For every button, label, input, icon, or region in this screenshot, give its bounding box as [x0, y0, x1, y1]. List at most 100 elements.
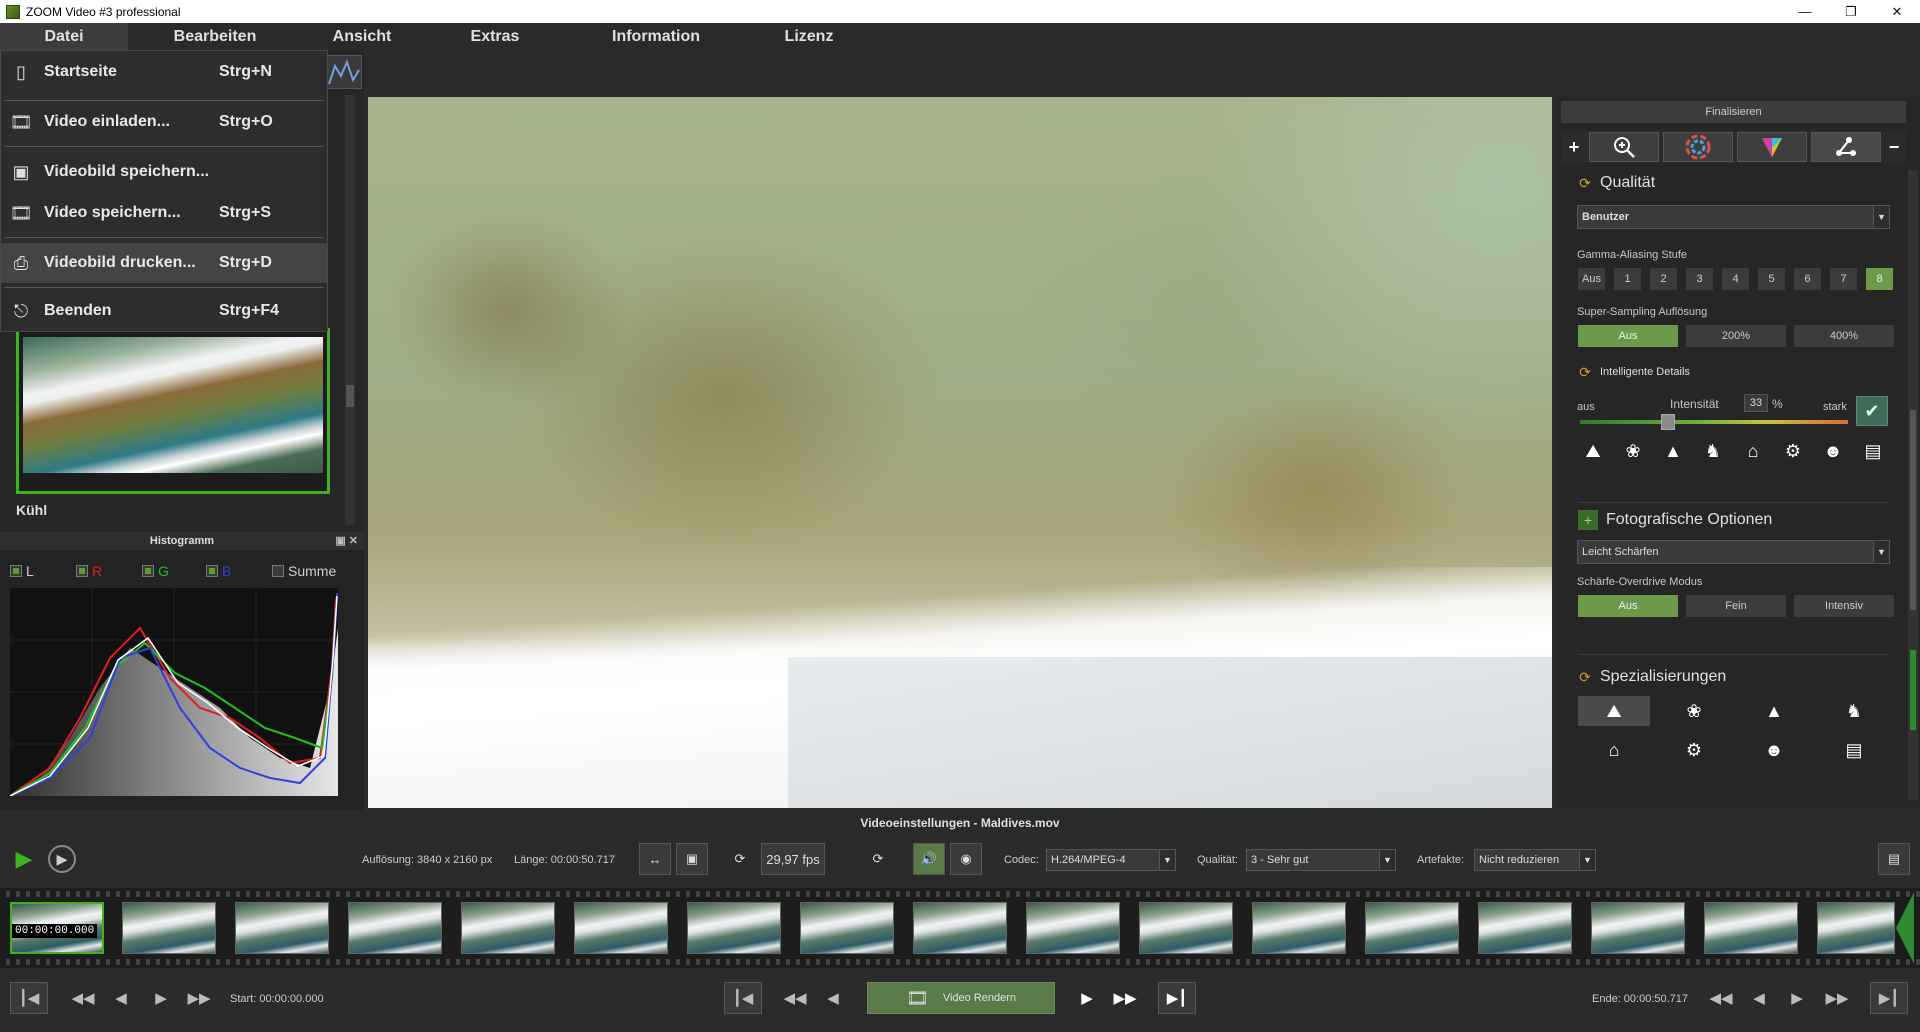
- play-icon[interactable]: ▶: [10, 845, 38, 873]
- menu-item-beenden[interactable]: ⎋ Beenden Strg+F4: [1, 291, 327, 331]
- end-fast-forward-icon[interactable]: ▶▶: [1818, 982, 1856, 1014]
- film-frame[interactable]: [574, 902, 668, 954]
- gamma-level-4[interactable]: 4: [1722, 268, 1749, 290]
- minimize-button[interactable]: —: [1782, 0, 1828, 23]
- marker-fast-back-icon[interactable]: ◀◀: [776, 982, 814, 1014]
- marker-fast-forward-icon[interactable]: ▶▶: [1106, 982, 1144, 1014]
- spec-horse-icon[interactable]: ♞: [1818, 696, 1890, 726]
- menu-lizenz[interactable]: Lizenz: [744, 23, 874, 50]
- color-prism-tab[interactable]: [1737, 132, 1807, 162]
- marker-start-icon[interactable]: ┃◀: [724, 982, 762, 1014]
- film-frame[interactable]: [1026, 902, 1120, 954]
- overdrive-fein[interactable]: Fein: [1686, 595, 1786, 617]
- collapse-all-button[interactable]: −: [1883, 135, 1905, 159]
- marker-end-icon[interactable]: ▶┃: [1158, 982, 1196, 1014]
- intensity-input[interactable]: 33: [1744, 394, 1768, 412]
- histogram-tool-button[interactable]: [326, 55, 362, 89]
- film-frame[interactable]: [122, 902, 216, 954]
- render-video-button[interactable]: 🎞 Video Rendern: [867, 982, 1055, 1014]
- crop-icon[interactable]: ▣: [676, 843, 708, 875]
- intensity-slider[interactable]: [1580, 414, 1848, 430]
- details-header[interactable]: ⟳ Intelligente Details: [1578, 364, 1690, 380]
- artifacts-select[interactable]: Nicht reduzieren ▼: [1474, 849, 1596, 871]
- quality-select[interactable]: 3 - Sehr gut ▼: [1246, 849, 1396, 871]
- film-frame[interactable]: [1591, 902, 1685, 954]
- spec-document-icon[interactable]: ▤: [1818, 735, 1890, 765]
- fit-width-icon[interactable]: ↔: [639, 843, 671, 875]
- play-preview-icon[interactable]: ▸: [48, 845, 76, 873]
- go-end-icon[interactable]: ▶┃: [1870, 982, 1908, 1014]
- film-frame[interactable]: [348, 902, 442, 954]
- menu-item-video-einladen[interactable]: 🎞 Video einladen... Strg+O: [1, 102, 327, 142]
- supersampling-400[interactable]: 400%: [1794, 325, 1894, 347]
- apply-check-button[interactable]: ✔: [1856, 396, 1888, 426]
- end-back-icon[interactable]: ◀: [1740, 982, 1778, 1014]
- gamma-level-3[interactable]: 3: [1686, 268, 1713, 290]
- gamma-level-2[interactable]: 2: [1650, 268, 1677, 290]
- film-frame[interactable]: [1365, 902, 1459, 954]
- spec-section-header[interactable]: ⟳ Spezialisierungen: [1578, 668, 1726, 686]
- finalize-button[interactable]: Finalisieren: [1561, 101, 1906, 123]
- menu-datei[interactable]: Datei: [0, 23, 128, 50]
- film-frame[interactable]: [1139, 902, 1233, 954]
- building-icon[interactable]: ⌂: [1738, 436, 1768, 466]
- gamma-level-1[interactable]: 1: [1614, 268, 1641, 290]
- gamma-level-8[interactable]: 8: [1866, 268, 1893, 290]
- go-start-icon[interactable]: ┃◀: [10, 982, 48, 1014]
- supersampling-aus[interactable]: Aus: [1578, 325, 1678, 347]
- channel-b-checkbox[interactable]: B: [206, 563, 231, 579]
- fast-forward-icon[interactable]: ▶▶: [180, 982, 218, 1014]
- left-scrollbar[interactable]: [345, 95, 355, 525]
- supersampling-200[interactable]: 200%: [1686, 325, 1786, 347]
- photo-section-header[interactable]: + Fotografische Optionen: [1578, 510, 1772, 530]
- person-icon[interactable]: ☻: [1818, 436, 1848, 466]
- audio-icon[interactable]: 🔊: [913, 843, 945, 875]
- document-icon[interactable]: ▤: [1858, 436, 1888, 466]
- film-frame[interactable]: [1704, 902, 1798, 954]
- marker-back-icon[interactable]: ◀: [814, 982, 852, 1014]
- slider-handle[interactable]: [1661, 414, 1675, 430]
- menu-information[interactable]: Information: [568, 23, 744, 50]
- film-frame[interactable]: [800, 902, 894, 954]
- menu-item-videobild-drucken[interactable]: ⎙ Videobild drucken... Strg+D: [1, 243, 327, 283]
- zoom-tab[interactable]: [1589, 132, 1659, 162]
- spec-person-icon[interactable]: ☻: [1738, 735, 1810, 765]
- end-forward-icon[interactable]: ▶: [1778, 982, 1816, 1014]
- film-frame[interactable]: [1478, 902, 1572, 954]
- tech-icon[interactable]: ⚙: [1778, 436, 1808, 466]
- film-frame[interactable]: [461, 902, 555, 954]
- channel-l-checkbox[interactable]: L: [10, 563, 34, 579]
- channel-g-checkbox[interactable]: G: [142, 563, 169, 579]
- spec-mountain-icon[interactable]: ▲: [1738, 696, 1810, 726]
- preset-preview-card[interactable]: [16, 328, 330, 494]
- film-frame[interactable]: [687, 902, 781, 954]
- codec-select[interactable]: H.264/MPEG-4 ▼: [1046, 849, 1176, 871]
- gamma-level-aus[interactable]: Aus: [1578, 268, 1605, 290]
- gamma-level-7[interactable]: 7: [1830, 268, 1857, 290]
- fast-backward-icon[interactable]: ◀◀: [64, 982, 102, 1014]
- close-button[interactable]: ✕: [1874, 0, 1920, 23]
- film-frame[interactable]: [913, 902, 1007, 954]
- right-scrollbar[interactable]: [1908, 170, 1918, 800]
- gamma-level-5[interactable]: 5: [1758, 268, 1785, 290]
- menu-ansicht[interactable]: Ansicht: [302, 23, 422, 50]
- spec-landscape-icon[interactable]: ⛰: [1578, 696, 1650, 726]
- share-tab[interactable]: [1811, 132, 1881, 162]
- gamma-level-6[interactable]: 6: [1794, 268, 1821, 290]
- marker-forward-icon[interactable]: ▶: [1068, 982, 1106, 1014]
- menu-item-startseite[interactable]: ▯ Startseite Strg+N: [1, 52, 327, 92]
- flower-icon[interactable]: ❀: [1618, 436, 1648, 466]
- panel-controls[interactable]: ▣ ✕: [335, 534, 358, 547]
- film-frame[interactable]: [235, 902, 329, 954]
- horse-icon[interactable]: ♞: [1698, 436, 1728, 466]
- quality-preset-select[interactable]: Benutzer ▼: [1577, 205, 1890, 229]
- mountain-icon[interactable]: ▲: [1658, 436, 1688, 466]
- spec-tech-icon[interactable]: ⚙: [1658, 735, 1730, 765]
- menu-extras[interactable]: Extras: [422, 23, 568, 50]
- step-forward-icon[interactable]: ▶: [142, 982, 180, 1014]
- audio-settings-icon[interactable]: ◉: [950, 843, 982, 875]
- refresh-icon[interactable]: ⟳: [724, 843, 756, 875]
- export-icon[interactable]: ▤: [1878, 843, 1910, 875]
- color-wheel-tab[interactable]: [1663, 132, 1733, 162]
- fps-field[interactable]: 29,97 fps: [761, 843, 825, 875]
